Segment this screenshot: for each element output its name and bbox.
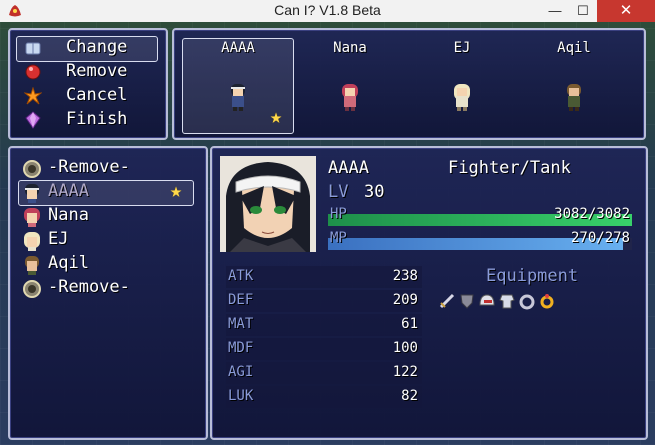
stat-row-mat: MAT 61 <box>226 314 422 336</box>
stat-value: 238 <box>392 268 418 284</box>
roster-window: -Remove- AAAA ★ Nana EJ Aqil -Remove- <box>8 146 208 440</box>
shield-icon <box>460 294 474 309</box>
status-window: AAAA Fighter/Tank LV 30 HP 3082/3082 MP … <box>210 146 648 440</box>
orb-icon <box>23 160 41 178</box>
stat-value: 209 <box>392 292 418 308</box>
party-member-name: Nana <box>333 40 367 56</box>
party-slot-aaaa[interactable]: AAAA ★ <box>182 38 294 134</box>
minimize-button[interactable]: — <box>541 0 569 22</box>
roster-label: -Remove- <box>48 157 130 177</box>
roster-label: -Remove- <box>48 277 130 297</box>
character-sprite <box>342 84 358 111</box>
roster-label: EJ <box>48 229 69 249</box>
stat-key: AGI <box>228 364 254 380</box>
command-finish[interactable]: Finish <box>20 108 160 132</box>
party-member-name: AAAA <box>221 40 255 56</box>
character-portrait <box>220 156 316 252</box>
purple-gem-icon <box>25 111 41 129</box>
close-button[interactable]: ✕ <box>597 0 655 22</box>
command-label: Finish <box>66 109 128 129</box>
roster-label: Nana <box>48 205 89 225</box>
burst-icon <box>24 87 42 105</box>
party-slot-aqil[interactable]: Aqil <box>518 38 630 134</box>
stat-row-luk: LUK 82 <box>226 386 422 408</box>
book-icon <box>25 42 41 55</box>
equipment-title: Equipment <box>486 266 579 286</box>
stat-row-agi: AGI 122 <box>226 362 422 384</box>
stat-row-mdf: MDF 100 <box>226 338 422 360</box>
orb-icon <box>23 280 41 298</box>
red-orb-icon <box>25 64 41 80</box>
command-label: Change <box>66 37 128 57</box>
mp-value: 270/278 <box>570 230 630 246</box>
roster-item-remove[interactable]: -Remove- <box>18 156 200 180</box>
party-member-name: Aqil <box>557 40 591 56</box>
stat-value: 61 <box>401 316 418 332</box>
face-icon <box>25 184 39 203</box>
leader-star-icon: ★ <box>270 104 283 128</box>
roster-item-aqil[interactable]: Aqil <box>18 252 200 276</box>
roster-label: AAAA <box>48 181 89 201</box>
ring-icon <box>519 294 535 310</box>
stats-table: ATK 238 DEF 209 MAT 61 MDF 100 AGI 122 LUK 82 <box>212 266 442 416</box>
party-slot-nana[interactable]: Nana <box>294 38 406 134</box>
roster-item-nana[interactable]: Nana <box>18 204 200 228</box>
hp-value: 3082/3082 <box>554 206 630 222</box>
command-cancel[interactable]: Cancel <box>20 84 160 108</box>
sword-icon <box>439 293 455 309</box>
stat-row-def: DEF 209 <box>226 290 422 312</box>
character-sprite <box>567 84 581 111</box>
level-label: LV <box>328 182 349 202</box>
stat-key: LUK <box>228 388 254 404</box>
mp-gauge: MP 270/278 <box>328 230 632 250</box>
stat-row-atk: ATK 238 <box>226 266 422 288</box>
armor-icon <box>499 294 515 309</box>
roster-item-aaaa[interactable]: AAAA ★ <box>18 178 200 204</box>
command-window: Change Remove Cancel Finish <box>8 28 168 140</box>
hp-gauge: HP 3082/3082 <box>328 206 632 226</box>
character-class: Fighter/Tank <box>448 158 571 178</box>
party-slot-ej[interactable]: EJ <box>406 38 518 134</box>
face-icon <box>25 256 39 275</box>
face-icon <box>24 208 40 227</box>
level-value: 30 <box>364 182 385 202</box>
stat-value: 100 <box>392 340 418 356</box>
leader-star-icon: ★ <box>170 178 183 202</box>
stat-value: 122 <box>392 364 418 380</box>
maximize-button[interactable]: ☐ <box>569 0 597 22</box>
stat-value: 82 <box>401 388 418 404</box>
equipment-row <box>438 292 598 312</box>
command-label: Remove <box>66 61 128 81</box>
gold-ring-icon <box>540 294 554 309</box>
command-change[interactable]: Change <box>20 36 160 60</box>
stat-key: MAT <box>228 316 254 332</box>
hp-label: HP <box>330 206 347 222</box>
title-bar: Can I? V1.8 Beta — ☐ ✕ <box>0 0 655 22</box>
party-window: AAAA ★ Nana EJ Aqil <box>172 28 646 140</box>
character-name: AAAA <box>328 158 369 178</box>
game-screen: Change Remove Cancel Finish AAAA ★ Nana … <box>0 22 655 445</box>
character-sprite <box>231 84 245 111</box>
command-label: Cancel <box>66 85 128 105</box>
roster-item-remove[interactable]: -Remove- <box>18 276 200 300</box>
character-sprite <box>454 84 470 111</box>
party-member-name: EJ <box>453 40 471 56</box>
stat-key: ATK <box>228 268 254 284</box>
face-icon <box>24 232 40 251</box>
command-remove[interactable]: Remove <box>20 60 160 84</box>
stat-key: MDF <box>228 340 254 356</box>
stat-key: DEF <box>228 292 254 308</box>
roster-label: Aqil <box>48 253 89 273</box>
roster-item-ej[interactable]: EJ <box>18 228 200 252</box>
mp-label: MP <box>330 230 347 246</box>
helmet-icon <box>479 294 495 306</box>
